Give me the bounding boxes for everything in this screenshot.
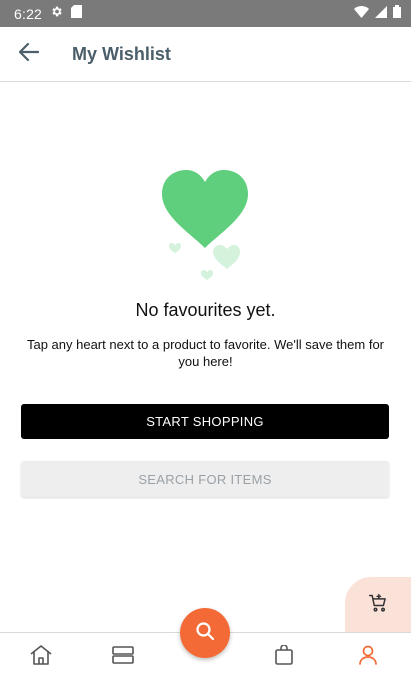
page-title: My Wishlist	[72, 43, 171, 64]
nav-profile[interactable]	[352, 643, 384, 671]
status-bar: 6:22	[0, 0, 411, 27]
cart-add-icon	[368, 593, 388, 618]
search-for-items-button[interactable]: SEARCH FOR ITEMS	[21, 461, 389, 497]
sd-card-icon	[71, 4, 83, 23]
search-icon	[195, 621, 215, 646]
heart-large-icon	[162, 170, 248, 248]
arrow-left-icon	[18, 42, 40, 66]
empty-title: No favourites yet.	[135, 300, 276, 320]
nav-home[interactable]	[25, 643, 57, 671]
nav-categories[interactable]	[107, 643, 139, 671]
empty-description: Tap any heart next to a product to favor…	[26, 337, 385, 369]
heart-small-icon	[169, 243, 240, 280]
signal-icon	[375, 5, 387, 23]
bag-icon	[275, 643, 293, 670]
status-time: 6:22	[14, 5, 43, 22]
search-fab-button[interactable]	[180, 608, 230, 658]
profile-icon	[359, 645, 377, 670]
settings-icon	[50, 5, 63, 23]
app-bar: My Wishlist	[0, 27, 411, 82]
hearts-illustration	[150, 158, 260, 283]
battery-icon	[393, 4, 401, 23]
nav-bag[interactable]	[268, 643, 300, 671]
start-shopping-button[interactable]: START SHOPPING	[21, 404, 389, 439]
categories-icon	[112, 645, 134, 669]
home-icon	[30, 644, 52, 670]
wifi-icon	[354, 5, 369, 23]
add-to-cart-button[interactable]	[345, 577, 411, 633]
back-button[interactable]	[0, 27, 58, 82]
